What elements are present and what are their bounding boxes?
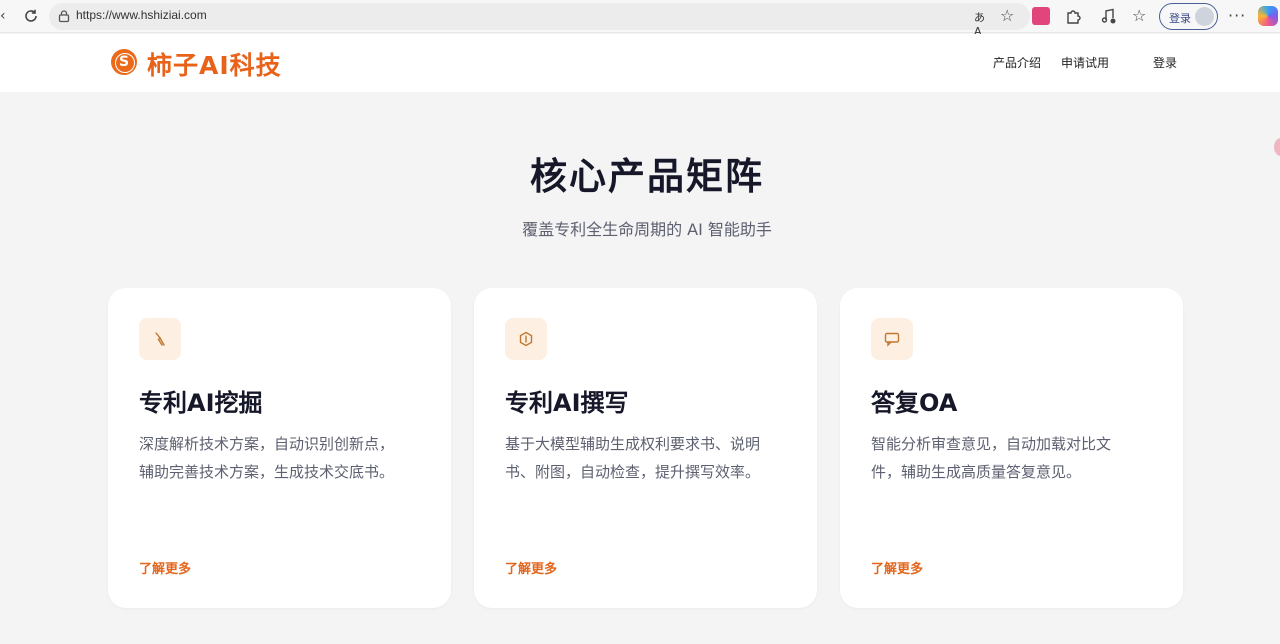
nav-apply-trial[interactable]: 申请试用 <box>1061 54 1109 71</box>
chat-bubble-icon <box>871 318 913 360</box>
profile-login-button[interactable]: 登录 <box>1159 3 1218 30</box>
card-description: 智能分析审查意见，自动加载对比文 件，辅助生成高质量答复意见。 <box>871 435 1112 481</box>
learn-more-link[interactable]: 了解更多 <box>871 558 923 577</box>
learn-more-link[interactable]: 了解更多 <box>505 558 557 577</box>
pickaxe-icon <box>139 318 181 360</box>
back-arrow-icon[interactable]: ‹ <box>0 7 10 25</box>
card-description: 基于大模型辅助生成权利要求书、说明 书、附图，自动检查，提升撰写效率。 <box>505 435 761 481</box>
learn-more-link[interactable]: 了解更多 <box>139 558 191 577</box>
product-card-mining: 专利AI挖掘 深度解析技术方案，自动识别创新点， 辅助完善技术方案，生成技术交底书… <box>108 288 451 608</box>
extension-icon[interactable] <box>1032 7 1050 25</box>
hexagon-icon <box>505 318 547 360</box>
logo-icon[interactable]: S <box>111 49 137 75</box>
card-title: 答复OA <box>871 389 958 417</box>
nav-login[interactable]: 登录 <box>1153 54 1177 71</box>
more-menu-icon[interactable]: ··· <box>1228 6 1246 25</box>
browser-toolbar: ‹ https://www.hshiziai.com あA ☆ ☆ 登录 ··· <box>0 0 1280 38</box>
logo-text[interactable]: 柿子AI科技 <box>147 46 282 82</box>
favorites-icon[interactable]: ☆ <box>1132 7 1150 25</box>
site-header: S 柿子AI科技 产品介绍 申请试用 登录 <box>0 34 1280 92</box>
card-title: 专利AI挖掘 <box>139 389 263 417</box>
card-title: 专利AI撰写 <box>505 389 629 417</box>
product-card-oa-reply: 答复OA 智能分析审查意见，自动加载对比文 件，辅助生成高质量答复意见。 了解更多 <box>840 288 1183 608</box>
avatar <box>1195 7 1214 26</box>
url-text[interactable]: https://www.hshiziai.com <box>76 8 207 22</box>
section-subtitle: 覆盖专利全生命周期的 AI 智能助手 <box>522 220 772 239</box>
product-card-writing: 专利AI撰写 基于大模型辅助生成权利要求书、说明 书、附图，自动检查，提升撰写效率… <box>474 288 817 608</box>
section-title: 核心产品矩阵 <box>530 155 764 198</box>
card-description: 深度解析技术方案，自动识别创新点， 辅助完善技术方案，生成技术交底书。 <box>139 435 395 481</box>
copilot-icon[interactable] <box>1258 6 1278 26</box>
profile-login-label: 登录 <box>1169 12 1191 25</box>
nav-product-intro[interactable]: 产品介绍 <box>993 54 1041 71</box>
reload-icon[interactable] <box>20 5 42 27</box>
translate-icon[interactable]: あA <box>974 9 990 38</box>
favorite-star-icon[interactable]: ☆ <box>1000 7 1018 25</box>
media-icon[interactable] <box>1100 7 1118 25</box>
extensions-puzzle-icon[interactable] <box>1064 7 1082 25</box>
address-bar[interactable]: https://www.hshiziai.com あA ☆ <box>49 3 1030 38</box>
site-info-icon[interactable] <box>57 9 71 23</box>
